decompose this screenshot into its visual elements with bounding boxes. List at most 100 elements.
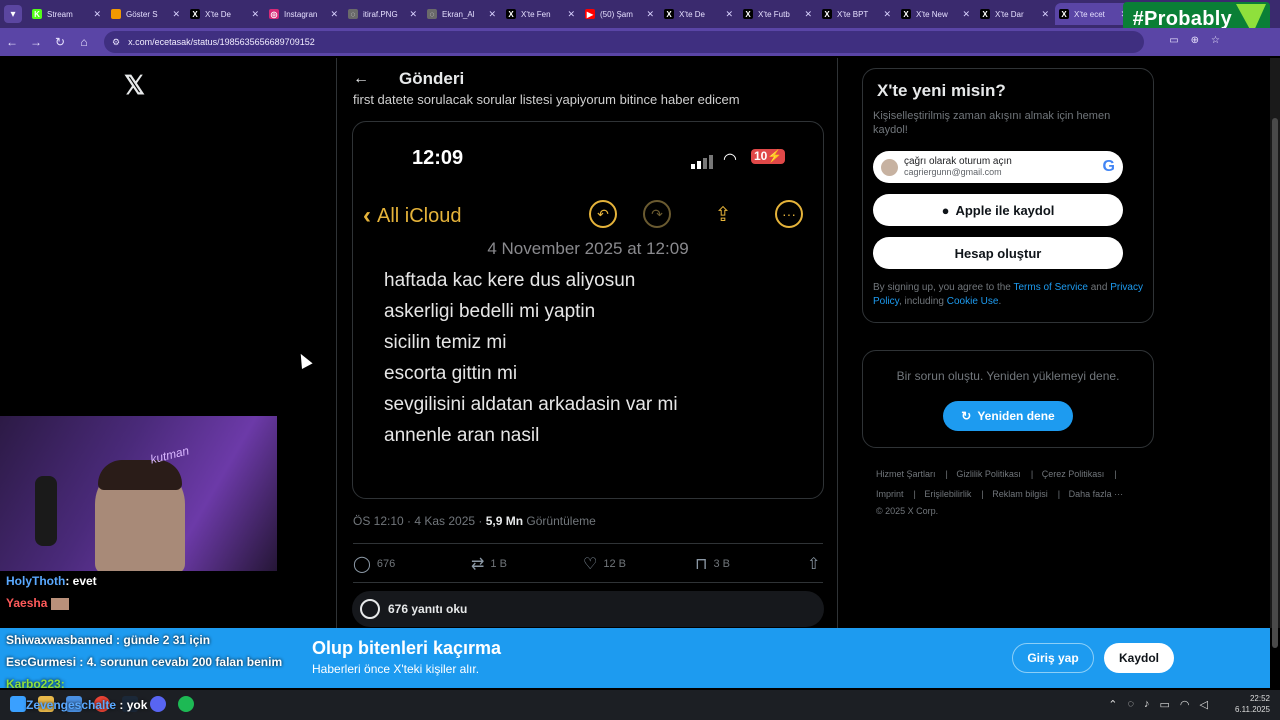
browser-tab[interactable]: ◌ Ekran_Al ✕ <box>423 3 502 25</box>
cookie-link[interactable]: Cookie Use <box>947 296 999 307</box>
close-tab-icon[interactable]: ✕ <box>251 9 259 20</box>
reload-icon[interactable]: ↻ <box>48 35 72 49</box>
tab-search-icon[interactable]: ▾ <box>4 5 22 23</box>
chevron-up-icon[interactable]: ⌃ <box>1108 698 1117 711</box>
webcam-overlay: kutman <box>0 416 277 571</box>
tab-favicon-icon: K <box>32 9 42 19</box>
tweet-media[interactable]: 12:09 ◠ 10⚡ ‹ All iCloud ↶ ↷ ⇪ ··· 4 Nov… <box>352 121 824 499</box>
zoom-icon[interactable]: ⊕ <box>1191 35 1199 46</box>
browser-tab[interactable]: K Stream ✕ <box>28 3 107 25</box>
close-tab-icon[interactable]: ✕ <box>409 9 417 20</box>
mic-icon[interactable]: ♪ <box>1144 698 1150 711</box>
create-account-button[interactable]: Hesap oluştur <box>873 237 1123 269</box>
browser-toolbar: ← → ↻ ⌂ ⚙ x.com/ecetasak/status/19856356… <box>0 28 1280 56</box>
bookmark-star-icon[interactable]: ☆ <box>1211 35 1220 46</box>
retry-button[interactable]: ↻ Yeniden dene <box>943 401 1073 431</box>
install-icon[interactable]: ▭ <box>1169 35 1178 46</box>
browser-tab[interactable]: X X'te Dar ✕ <box>976 3 1055 25</box>
notes-toolbar: ‹ All iCloud ↶ ↷ ⇪ ··· <box>363 200 813 230</box>
browser-tab[interactable]: Göster S ✕ <box>107 3 186 25</box>
tab-favicon-icon: ▶ <box>585 9 595 19</box>
browser-tab[interactable]: X X'te New ✕ <box>897 3 976 25</box>
note-line: annenle aran nasil <box>384 425 540 446</box>
page-scrollbar[interactable] <box>1270 58 1280 648</box>
page-title: Gönderi <box>399 69 465 88</box>
legal-text: By signing up, you agree to the Terms of… <box>873 282 1143 307</box>
terms-link[interactable]: Terms of Service <box>1013 282 1087 293</box>
tweet-text: first datete sorulacak sorular listesi y… <box>353 92 740 107</box>
close-tab-icon[interactable]: ✕ <box>804 9 812 20</box>
apple-signup-button[interactable]: ● Apple ile kaydol <box>873 194 1123 226</box>
signal-icon <box>691 155 713 169</box>
views-count: 5,9 Mn <box>485 514 524 528</box>
tab-favicon-icon: X <box>743 9 753 19</box>
footer-cookies[interactable]: Çerez Politikası <box>1042 469 1105 479</box>
bookmark-button[interactable]: ⊓ 3 B <box>695 554 807 574</box>
footer-privacy[interactable]: Gizlilik Politikası <box>956 469 1021 479</box>
url-text: x.com/ecetasak/status/198563565668970915… <box>128 37 315 47</box>
reply-icon: ◯ <box>353 556 371 573</box>
reply-button[interactable]: ◯ 676 <box>353 554 471 574</box>
chat-message: Shiwaxwasbanned : günde 2 31 için <box>6 633 211 647</box>
signup-button[interactable]: Kaydol <box>1104 643 1174 673</box>
windows-taskbar: Zevengeschalte : yok ⌃ ◌ ♪ ▭ ◠ ◁ 22:52 6… <box>0 690 1280 720</box>
display-icon[interactable]: ▭ <box>1160 698 1170 711</box>
notes-back: ‹ All iCloud <box>363 202 461 230</box>
stream-chat: HolyThoth: evet Yaesha <box>0 570 300 614</box>
google-signin-button[interactable]: çağrı olarak oturum açın cagriergunn@gma… <box>873 151 1123 183</box>
browser-tab[interactable]: ◌ itiraf.PNG ✕ <box>344 3 423 25</box>
browser-tab[interactable]: ◎ Instagran ✕ <box>265 3 344 25</box>
scrollbar-thumb[interactable] <box>1272 118 1278 648</box>
close-tab-icon[interactable]: ✕ <box>488 9 496 20</box>
x-logo-icon[interactable]: 𝕏 <box>124 70 145 101</box>
browser-tab[interactable]: X X'te Fen ✕ <box>502 3 581 25</box>
chat-message: HolyThoth: evet <box>6 574 97 588</box>
stream-chat-lower: Shiwaxwasbanned : günde 2 31 için EscGur… <box>0 628 300 695</box>
browser-tab[interactable]: X X'te De ✕ <box>186 3 265 25</box>
footer-terms[interactable]: Hizmet Şartları <box>876 469 936 479</box>
microphone <box>35 476 57 546</box>
close-tab-icon[interactable]: ✕ <box>1041 9 1049 20</box>
footer-ads[interactable]: Reklam bilgisi <box>992 489 1048 499</box>
close-tab-icon[interactable]: ✕ <box>172 9 180 20</box>
footer-more[interactable]: Daha fazla ··· <box>1069 489 1124 499</box>
browser-tab[interactable]: ▶ (50) Şam ✕ <box>581 3 660 25</box>
home-icon[interactable]: ⌂ <box>72 35 96 49</box>
discord-icon[interactable] <box>150 696 166 712</box>
close-tab-icon[interactable]: ✕ <box>883 9 891 20</box>
close-tab-icon[interactable]: ✕ <box>330 9 338 20</box>
close-tab-icon[interactable]: ✕ <box>725 9 733 20</box>
close-tab-icon[interactable]: ✕ <box>646 9 654 20</box>
footer-imprint[interactable]: Imprint <box>876 489 904 499</box>
network-icon[interactable]: ◌ <box>1127 698 1134 711</box>
google-icon: G <box>1102 158 1115 175</box>
tweet-meta: ÖS 12:10 · 4 Kas 2025 · 5,9 Mn Görüntüle… <box>353 514 596 528</box>
footer-accessibility[interactable]: Erişilebilirlik <box>924 489 971 499</box>
share-button[interactable]: ⇧ <box>807 554 820 574</box>
close-tab-icon[interactable]: ✕ <box>567 9 575 20</box>
banner-subtitle: Haberleri önce X'teki kişiler alır. <box>312 662 480 676</box>
repost-button[interactable]: ⇄ 1 B <box>471 554 583 574</box>
browser-tab[interactable]: X X'te De ✕ <box>660 3 739 25</box>
wifi-icon[interactable]: ◠ <box>1180 698 1190 711</box>
browser-tab[interactable]: X X'te BPT ✕ <box>818 3 897 25</box>
spotify-icon[interactable] <box>178 696 194 712</box>
close-tab-icon[interactable]: ✕ <box>962 9 970 20</box>
back-icon[interactable]: ← <box>0 35 24 49</box>
tab-favicon-icon: X <box>822 9 832 19</box>
forward-icon[interactable]: → <box>24 35 48 49</box>
undo-icon: ↶ <box>589 200 617 228</box>
volume-icon[interactable]: ◁ <box>1200 698 1208 711</box>
taskbar-clock[interactable]: 22:52 6.11.2025 <box>1235 693 1270 715</box>
address-bar[interactable]: ⚙ x.com/ecetasak/status/1985635656689709… <box>104 31 1144 53</box>
like-button[interactable]: ♡ 12 B <box>583 554 695 574</box>
chat-bubble-icon <box>360 599 380 619</box>
login-button[interactable]: Giriş yap <box>1012 643 1094 673</box>
site-info-icon[interactable]: ⚙ <box>112 37 120 48</box>
back-arrow-icon[interactable]: ← <box>353 70 373 88</box>
mouse-cursor <box>295 351 313 369</box>
browser-tab[interactable]: X X'te Futb ✕ <box>739 3 818 25</box>
note-line: haftada kac kere dus aliyosun <box>384 270 636 291</box>
close-tab-icon[interactable]: ✕ <box>93 9 101 20</box>
read-replies-button[interactable]: 676 yanıtı oku <box>352 591 824 627</box>
